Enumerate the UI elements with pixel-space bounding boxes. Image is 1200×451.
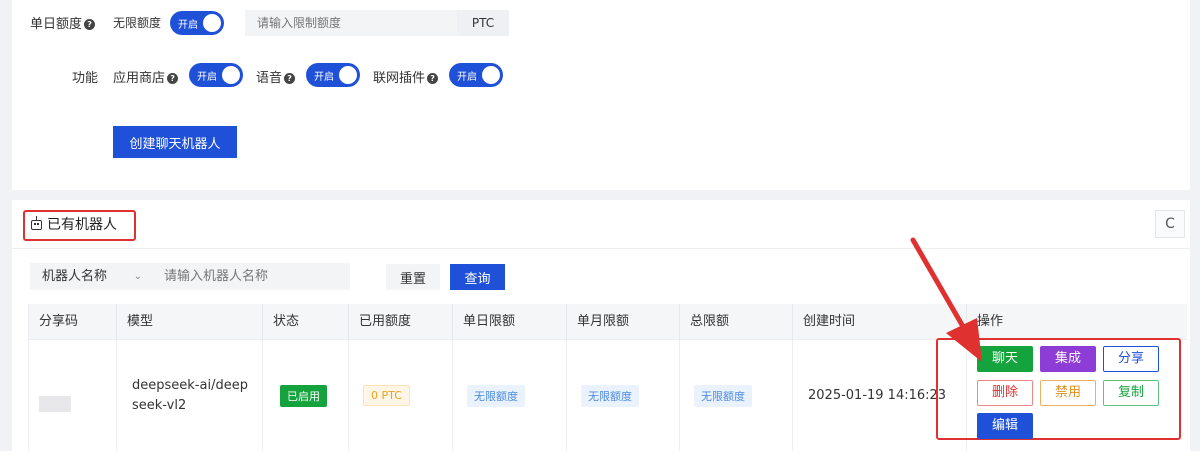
annotation-arrow-head (946, 318, 982, 362)
annotation-arrow-shaft (910, 237, 968, 333)
annotation-arrow (910, 237, 982, 362)
